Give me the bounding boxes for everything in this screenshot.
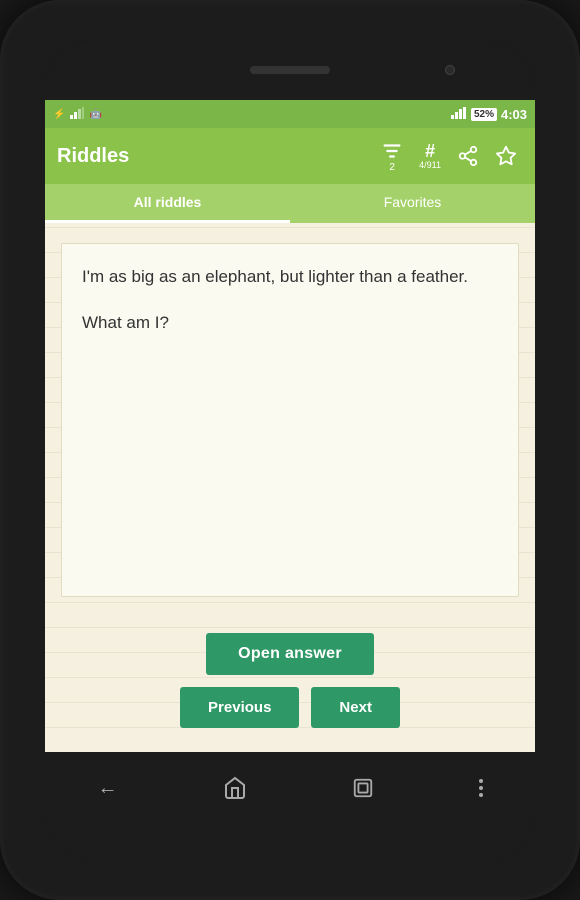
bottom-nav-bar: ←: [45, 752, 535, 824]
signal-bars-icon: [70, 107, 84, 122]
tab-bar: All riddles Favorites: [45, 184, 535, 223]
speaker: [250, 66, 330, 74]
app-title: Riddles: [57, 145, 367, 168]
app-bar-actions: 2 # 4/911: [375, 134, 523, 179]
bottom-bezel: [45, 824, 535, 860]
top-bezel: [45, 40, 535, 100]
tab-favorites[interactable]: Favorites: [290, 184, 535, 223]
usb-icon: ⚡: [53, 109, 65, 120]
filter-button[interactable]: 2: [375, 134, 409, 179]
app-bar: Riddles 2 # 4/911: [45, 128, 535, 184]
riddle-question: What am I?: [82, 310, 498, 336]
previous-button[interactable]: Previous: [180, 687, 299, 728]
riddle-card: I'm as big as an elephant, but lighter t…: [61, 243, 519, 597]
favorite-button[interactable]: [489, 139, 523, 173]
buttons-area: Open answer Previous Next: [45, 617, 535, 752]
open-answer-button[interactable]: Open answer: [206, 633, 374, 675]
phone-screen: ⚡ 🤖: [45, 40, 535, 860]
battery-icon: 52%: [471, 108, 497, 121]
next-button[interactable]: Next: [311, 687, 400, 728]
share-button[interactable]: [451, 139, 485, 173]
menu-button[interactable]: [479, 779, 483, 797]
status-bar: ⚡ 🤖: [45, 100, 535, 128]
hash-count: 4/911: [419, 160, 441, 170]
recents-button[interactable]: [352, 777, 374, 799]
front-camera: [445, 65, 455, 75]
back-button[interactable]: ←: [98, 777, 118, 800]
status-icons-left: ⚡ 🤖: [53, 107, 102, 122]
riddle-text: I'm as big as an elephant, but lighter t…: [82, 264, 498, 290]
nav-buttons: Previous Next: [180, 687, 400, 728]
phone-frame: ⚡ 🤖: [0, 0, 580, 900]
hash-button[interactable]: # 4/911: [413, 136, 447, 176]
status-right: 52% 4:03: [451, 107, 527, 122]
content-area: I'm as big as an elephant, but lighter t…: [45, 223, 535, 752]
filter-count: 2: [389, 162, 395, 173]
time-display: 4:03: [501, 107, 527, 122]
home-button[interactable]: [223, 776, 247, 800]
android-icon: 🤖: [89, 109, 101, 120]
signal-icon: [451, 107, 467, 122]
tab-all-riddles[interactable]: All riddles: [45, 184, 290, 223]
hash-icon: #: [425, 142, 435, 160]
